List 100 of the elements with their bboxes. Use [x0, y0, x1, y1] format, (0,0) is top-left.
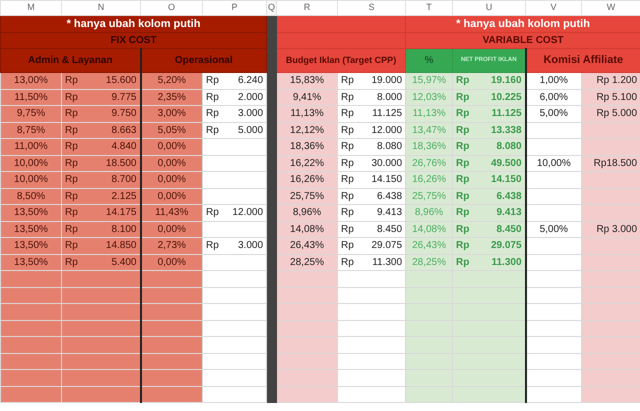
column-letter[interactable]: W [582, 0, 640, 16]
column-letter[interactable]: N [62, 0, 140, 16]
table-cell: Rp [452, 172, 475, 188]
table-cell: Rp [202, 89, 228, 106]
table-cell: Rp 3.000 [582, 221, 640, 238]
column-letter[interactable]: Q [266, 0, 277, 16]
column-letter[interactable]: R [276, 0, 338, 16]
table-cell: Rp 1.200 [582, 72, 640, 89]
table-cell: Rp [338, 72, 360, 89]
table-cell: 2.000 [228, 89, 267, 106]
table-cell: 19.160 [474, 72, 526, 89]
table-cell: 1,00% [526, 72, 582, 89]
table-cell: 9.775 [92, 89, 140, 106]
table-cell: 13,50% [0, 238, 62, 254]
column-header: % [406, 48, 453, 72]
table-cell: 12,12% [276, 122, 338, 138]
table-cell: Rp [338, 238, 360, 254]
table-cell: 11.300 [360, 254, 406, 270]
table-cell: 28,25% [276, 254, 338, 270]
table-cell: 11,50% [0, 89, 62, 106]
table-cell: 11.125 [360, 106, 406, 122]
table-cell: 5.400 [92, 254, 140, 270]
column-letter[interactable]: M [0, 0, 62, 16]
table-cell: Rp [452, 89, 475, 106]
table-cell: Rp 5.000 [582, 106, 640, 122]
table-cell: 9.750 [92, 106, 140, 122]
table-cell: 29.075 [360, 238, 406, 254]
table-cell: 2,35% [140, 89, 202, 106]
table-cell: Rp18.500 [582, 155, 640, 172]
table-cell: 49.500 [474, 155, 526, 172]
table-cell: 8,50% [0, 188, 62, 204]
table-cell: 6,00% [526, 89, 582, 106]
table-cell: 13,47% [406, 122, 453, 138]
table-cell: 14.150 [360, 172, 406, 188]
table-cell: 0,00% [140, 155, 202, 172]
table-cell: Rp [338, 106, 360, 122]
table-cell: Rp [202, 204, 228, 221]
table-cell: 8,96% [276, 204, 338, 221]
table-cell: Rp [202, 72, 228, 89]
table-cell: 13,50% [0, 254, 62, 270]
table-cell: 8.450 [360, 221, 406, 238]
table-cell: 14.150 [474, 172, 526, 188]
table-cell: 8,75% [0, 122, 62, 138]
table-cell: 13,00% [0, 72, 62, 89]
column-letter[interactable]: S [338, 0, 406, 16]
table-cell: 15,83% [276, 72, 338, 89]
section-title: FIX COST [0, 32, 267, 48]
table-cell: 19.000 [360, 72, 406, 89]
column-letter[interactable]: V [526, 0, 582, 16]
table-cell: 12.000 [228, 204, 267, 221]
table-cell: Rp [452, 254, 475, 270]
table-cell: 26,43% [406, 238, 453, 254]
table-cell: Rp [452, 238, 475, 254]
table-cell: 9.413 [474, 204, 526, 221]
table-cell: Rp [62, 138, 92, 155]
table-cell: 8.450 [474, 221, 526, 238]
column-letter[interactable]: P [202, 0, 267, 16]
sheet-note: * hanya ubah kolom putih [0, 16, 267, 32]
table-cell: 9,41% [276, 89, 338, 106]
column-header: Budget Iklan (Target CPP) [276, 48, 406, 72]
table-cell: Rp [338, 138, 360, 155]
table-cell: Rp [452, 138, 475, 155]
section-title: VARIABLE COST [406, 32, 640, 48]
table-cell: 30.000 [360, 155, 406, 172]
table-cell: 0,00% [140, 254, 202, 270]
table-cell: Rp [62, 72, 92, 89]
table-cell: 11,13% [406, 106, 453, 122]
sheet-note: * hanya ubah kolom putih [406, 16, 640, 32]
column-letter[interactable]: U [452, 0, 526, 16]
table-cell: 25,75% [276, 188, 338, 204]
table-cell: Rp [338, 172, 360, 188]
table-cell: 8.100 [92, 221, 140, 238]
table-cell: Rp [62, 221, 92, 238]
table-cell: 3.000 [228, 238, 267, 254]
table-cell: 11.300 [474, 254, 526, 270]
table-cell: 8.000 [360, 89, 406, 106]
table-cell: 10,00% [526, 155, 582, 172]
table-cell: Rp [452, 72, 475, 89]
table-cell: Rp [338, 221, 360, 238]
table-cell: 3.000 [228, 106, 267, 122]
table-cell: 11,43% [140, 204, 202, 221]
table-cell: Rp [338, 188, 360, 204]
table-cell: Rp [338, 254, 360, 270]
table-cell: 12,03% [406, 89, 453, 106]
table-cell: 14,08% [276, 221, 338, 238]
table-cell: Rp [452, 204, 475, 221]
table-cell: 18,36% [276, 138, 338, 155]
table-cell: 11.125 [474, 106, 526, 122]
table-cell: 10.225 [474, 89, 526, 106]
table-cell: 14.175 [92, 204, 140, 221]
column-letter[interactable]: O [140, 0, 202, 16]
table-cell: 13,50% [0, 221, 62, 238]
table-cell: 8.663 [92, 122, 140, 138]
table-cell: Rp [338, 155, 360, 172]
table-cell: Rp 5.100 [582, 89, 640, 106]
table-cell: 8.080 [474, 138, 526, 155]
column-letter[interactable]: T [406, 0, 453, 16]
table-cell: 9,75% [0, 106, 62, 122]
table-cell: Rp [62, 89, 92, 106]
table-cell: Rp [62, 122, 92, 138]
